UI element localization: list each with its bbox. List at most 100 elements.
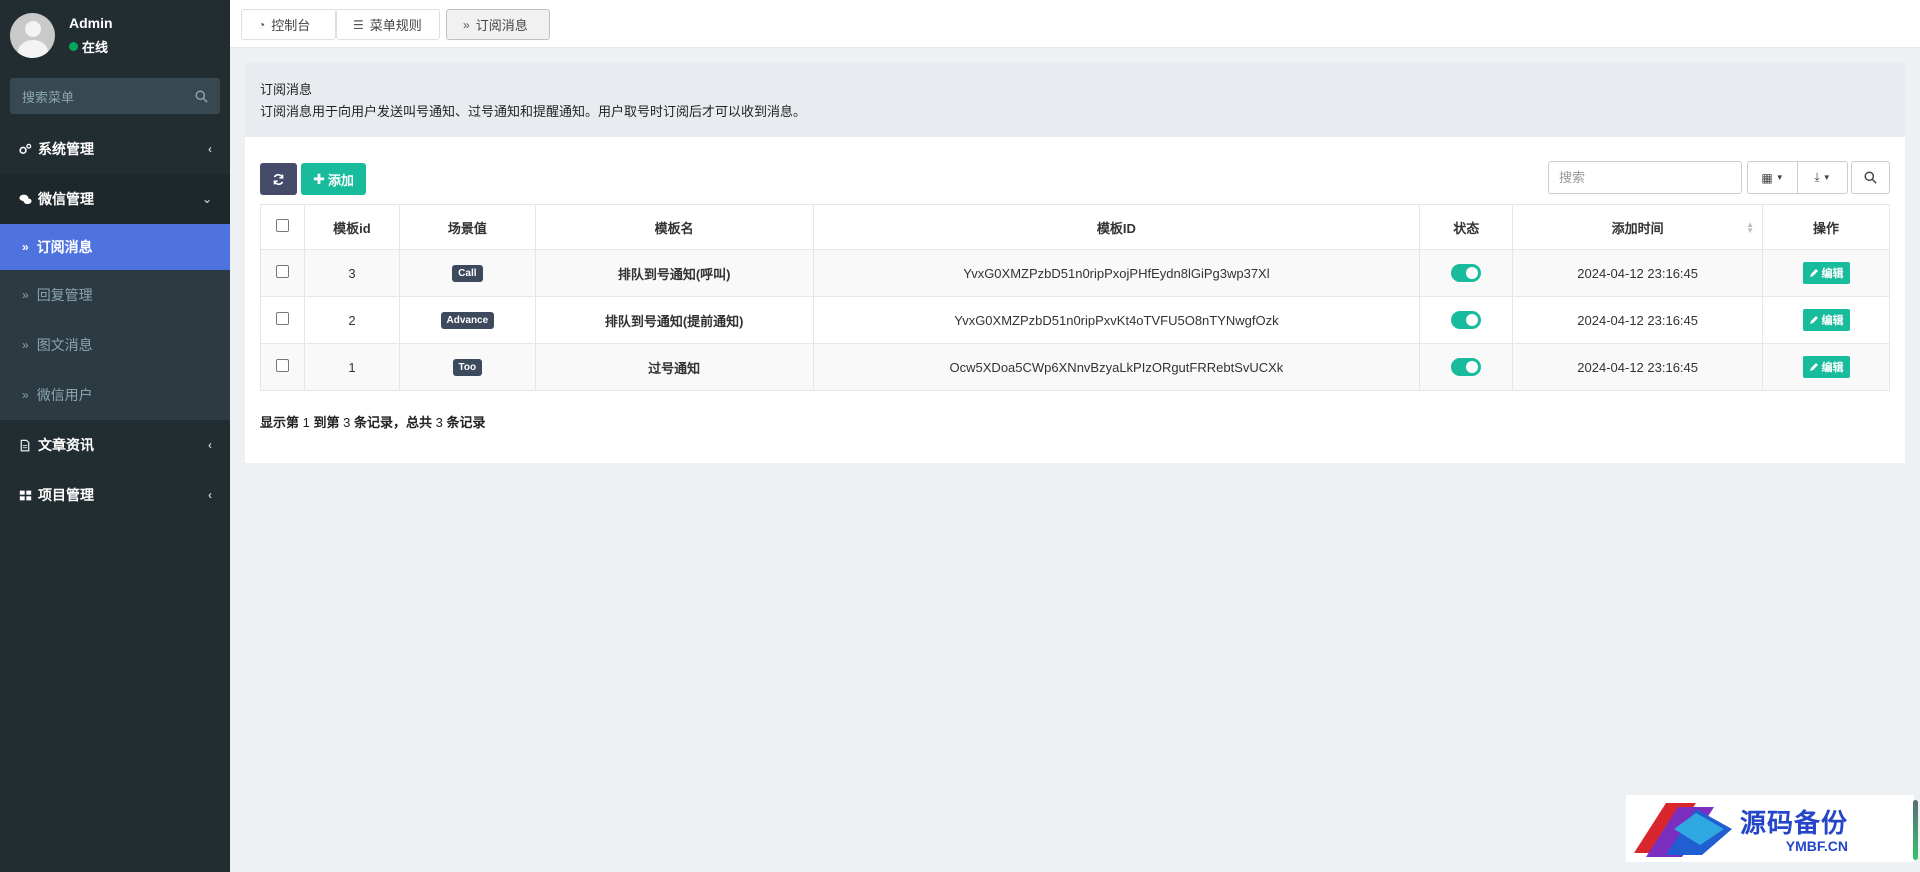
user-name: Admin — [69, 14, 113, 31]
scene-badge: Too — [452, 359, 483, 376]
col-header-add-time[interactable]: 添加时间 ▲ ▼ — [1512, 204, 1764, 250]
list-icon: ☰ — [353, 17, 364, 32]
tab-bar: ◔ 控制台 ☰ 菜单规则 » 订阅消息 — [230, 0, 1920, 48]
double-chevron-icon: » — [22, 288, 29, 302]
plus-icon: ✚ — [313, 170, 325, 187]
sidebar-item-reply-management[interactable]: » 回复管理 — [0, 270, 230, 320]
cell-actions: 编辑 — [1762, 249, 1890, 297]
cell-status — [1419, 249, 1514, 297]
th-icon: ▦ — [1761, 170, 1773, 185]
data-table: 模板id 场景值 模板名 模板ID 状态 添加时间 ▲ ▼ 操作 3 Call 排… — [260, 204, 1890, 391]
edit-button-label: 编辑 — [1821, 268, 1844, 280]
row-select-cell — [260, 249, 305, 297]
row-select-cell — [260, 296, 305, 344]
cell-id: 3 — [303, 249, 400, 297]
row-checkbox[interactable] — [275, 359, 289, 372]
scene-badge: Call — [452, 265, 483, 282]
status-toggle[interactable] — [1451, 358, 1482, 376]
row-checkbox[interactable] — [275, 312, 289, 325]
col-header-name[interactable]: 模板名 — [534, 204, 814, 250]
page-description: 订阅消息用于向用户发送叫号通知、过号通知和提醒通知。用户取号时订阅后才可以收到消… — [260, 104, 807, 119]
tab-dashboard[interactable]: ◔ 控制台 — [241, 9, 336, 40]
pagination-info: 显示第 1 到第 3 条记录，总共 3 条记录 — [260, 412, 486, 431]
user-panel: Admin 在线 — [0, 0, 230, 70]
search-button[interactable] — [1851, 161, 1890, 194]
sidebar-item-projects[interactable]: 项目管理 ‹ — [0, 470, 230, 520]
cell-status — [1419, 296, 1514, 344]
pagination-to: 3 — [343, 415, 351, 430]
table-row: 1 Too 过号通知 Ocw5XDoa5CWp6XNnvBzyaLkPIzORg… — [260, 343, 1890, 391]
add-button[interactable]: ✚ 添加 — [301, 163, 366, 195]
col-header-template-id[interactable]: 模板ID — [812, 204, 1421, 250]
sidebar-item-news-message[interactable]: » 图文消息 — [0, 320, 230, 370]
tab-subscribe-message[interactable]: » 订阅消息 — [446, 9, 550, 40]
sidebar-item-wechat[interactable]: 微信管理 ⌄ — [0, 174, 230, 224]
wechat-submenu: » 订阅消息 » 回复管理 » 图文消息 » 微信用户 — [0, 224, 230, 420]
pencil-icon — [1809, 316, 1818, 324]
sidebar-item-label: 系统管理 — [38, 141, 94, 157]
select-all-checkbox[interactable] — [275, 219, 289, 232]
cell-id: 2 — [303, 296, 400, 344]
avatar[interactable] — [10, 12, 55, 58]
cell-add-time: 2024-04-12 23:16:45 — [1512, 249, 1764, 297]
pencil-icon — [1809, 269, 1818, 277]
columns-toggle-button[interactable]: ▦ ▼ — [1747, 161, 1798, 194]
cell-template-id: YvxG0XMZPzbD51n0ripPxojPHfEydn8lGiPg3wp3… — [812, 249, 1421, 297]
edit-button[interactable]: 编辑 — [1802, 309, 1850, 331]
cell-template-id: Ocw5XDoa5CWp6XNnvBzyaLkPIzORgutFRRebtSvU… — [812, 343, 1421, 391]
col-header-id[interactable]: 模板id — [303, 204, 400, 250]
status-toggle[interactable] — [1451, 264, 1482, 282]
scene-badge: Advance — [440, 312, 495, 329]
table-toolbar: ✚ 添加 ▦▼ ⤓▼ — [245, 137, 1905, 207]
row-select-cell — [260, 343, 305, 391]
table-header-row: 模板id 场景值 模板名 模板ID 状态 添加时间 ▲ ▼ 操作 — [260, 204, 1890, 250]
page-scrollbar[interactable] — [1913, 800, 1918, 860]
cell-name: 过号通知 — [534, 343, 814, 391]
double-chevron-icon: » — [22, 338, 29, 352]
cell-scene: Too — [398, 343, 536, 391]
online-dot-icon — [69, 41, 78, 51]
pagination-mid2: 条记录，总共 — [354, 415, 433, 430]
edit-button[interactable]: 编辑 — [1802, 356, 1850, 378]
sidebar-item-wechat-users[interactable]: » 微信用户 — [0, 370, 230, 420]
tab-menu-rules[interactable]: ☰ 菜单规则 — [336, 9, 440, 40]
comments-icon — [18, 192, 32, 206]
sort-icon: ▲ ▼ — [1746, 220, 1755, 235]
user-status-text: 在线 — [82, 39, 109, 55]
page-title: 订阅消息 — [260, 82, 313, 97]
sidebar-item-articles[interactable]: 文章资讯 ‹ — [0, 420, 230, 470]
caret-down-icon: ▼ — [1775, 173, 1784, 182]
sidebar-search[interactable]: 搜索菜单 — [10, 78, 220, 114]
row-checkbox[interactable] — [275, 265, 289, 278]
cell-scene: Call — [398, 249, 536, 297]
chevron-left-icon: ‹ — [208, 142, 212, 156]
cell-id: 1 — [303, 343, 400, 391]
sidebar-item-label: 订阅消息 — [36, 239, 93, 255]
export-button[interactable]: ⤓ ▼ — [1797, 161, 1848, 194]
edit-button-label: 编辑 — [1821, 362, 1844, 374]
cell-actions: 编辑 — [1762, 343, 1890, 391]
col-header-status[interactable]: 状态 — [1419, 204, 1514, 250]
col-header-scene[interactable]: 场景值 — [398, 204, 536, 250]
cogs-icon — [18, 142, 32, 156]
double-chevron-icon: » — [22, 240, 29, 254]
refresh-button[interactable] — [260, 163, 297, 195]
pagination-prefix: 显示第 — [260, 415, 300, 430]
table-search-input[interactable] — [1548, 161, 1742, 194]
col-header-actions: 操作 — [1762, 204, 1890, 250]
select-all-cell — [260, 204, 305, 250]
cell-add-time: 2024-04-12 23:16:45 — [1512, 343, 1764, 391]
pencil-icon — [1809, 363, 1818, 371]
caret-down-icon: ▼ — [1822, 173, 1831, 182]
sidebar-item-system[interactable]: 系统管理 ‹ — [0, 124, 230, 174]
double-chevron-icon: » — [22, 388, 29, 402]
double-chevron-icon: » — [463, 17, 470, 32]
watermark: 源码备份 YMBF.CN — [1626, 795, 1914, 862]
sidebar: Admin 在线 搜索菜单 系统管理 ‹ 微信管理 ⌄ » 订阅消息 » 回复管 — [0, 0, 230, 872]
chevron-down-icon: ⌄ — [201, 192, 212, 206]
tab-label: 菜单规则 — [369, 18, 422, 33]
status-toggle[interactable] — [1451, 311, 1482, 329]
edit-button[interactable]: 编辑 — [1802, 262, 1850, 284]
sidebar-item-label: 回复管理 — [36, 287, 93, 303]
sidebar-item-subscribe-message[interactable]: » 订阅消息 — [0, 224, 230, 270]
